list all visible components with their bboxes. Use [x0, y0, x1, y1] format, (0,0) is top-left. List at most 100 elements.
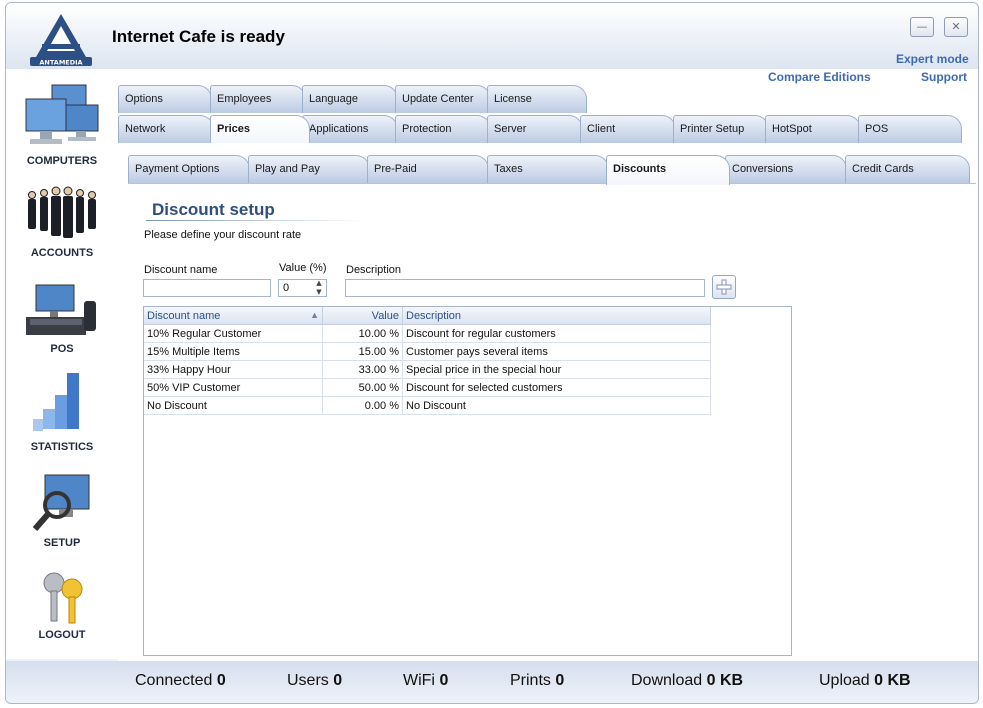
spin-down-icon[interactable]: ▼ [312, 288, 326, 297]
table-row[interactable]: 50% VIP Customer 50.00 % Discount for se… [144, 378, 711, 397]
cell-discount-name: 10% Regular Customer [144, 324, 323, 343]
tab-pos[interactable]: POS [858, 115, 962, 143]
status-connected: Connected 0 [135, 672, 226, 690]
tab-hotspot[interactable]: HotSpot [765, 115, 861, 143]
sidebar-item-accounts[interactable]: ACCOUNTS [12, 181, 112, 259]
setup-icon [32, 474, 90, 531]
sidebar-item-setup[interactable]: SETUP [12, 471, 112, 549]
description-label: Description [346, 264, 402, 276]
cell-description: Customer pays several items [402, 342, 711, 361]
discount-setup-panel: Discount setup Please define your discou… [128, 183, 976, 660]
cell-value: 15.00 % [322, 342, 403, 361]
status-prints-value: 0 [555, 672, 565, 689]
cell-description: No Discount [402, 396, 711, 415]
close-button[interactable]: ✕ [944, 17, 968, 37]
expert-mode-link[interactable]: Expert mode [896, 52, 969, 66]
tab-prices[interactable]: Prices [210, 115, 310, 143]
status-upload: Upload 0 KB [819, 672, 911, 690]
support-link[interactable]: Support [921, 70, 967, 84]
add-discount-button[interactable] [712, 275, 736, 299]
sidebar-label-setup: SETUP [43, 537, 81, 549]
cell-value: 10.00 % [322, 324, 403, 343]
tab-license[interactable]: License [487, 85, 587, 113]
value-label: Value (%) [279, 262, 327, 274]
sidebar-item-computers[interactable]: COMPUTERS [12, 81, 112, 167]
column-header-name-text: Discount name [147, 309, 221, 322]
subtab-pre-paid[interactable]: Pre-Paid [367, 155, 489, 183]
tab-protection[interactable]: Protection [395, 115, 491, 143]
tab-update-center[interactable]: Update Center [395, 85, 491, 113]
cell-description: Discount for regular customers [402, 324, 711, 343]
discount-name-input[interactable] [143, 279, 271, 297]
tab-client[interactable]: Client [580, 115, 676, 143]
tab-employees[interactable]: Employees [210, 85, 306, 113]
sidebar-item-statistics[interactable]: STATISTICS [12, 369, 112, 453]
cell-description: Special price in the special hour [402, 360, 711, 379]
table-row[interactable]: 10% Regular Customer 10.00 % Discount fo… [144, 324, 711, 343]
computers-icon [25, 84, 99, 144]
title-bar: ANTAMEDIA Internet Cafe is ready — ✕ Exp… [6, 3, 978, 69]
column-header-discount-name[interactable]: Discount name ▲ [144, 307, 323, 325]
app-title: Internet Cafe is ready [112, 27, 285, 46]
tab-server[interactable]: Server [487, 115, 583, 143]
cell-description: Discount for selected customers [402, 378, 711, 397]
cell-value: 0.00 % [322, 396, 403, 415]
sidebar-item-logout[interactable]: LOGOUT [12, 567, 112, 641]
table-row[interactable]: 15% Multiple Items 15.00 % Customer pays… [144, 342, 711, 361]
sidebar-item-pos[interactable]: POS [12, 281, 112, 355]
tab-printer-setup[interactable]: Printer Setup [673, 115, 769, 143]
status-bar: Connected 0 Users 0 WiFi 0 Prints 0 Down… [6, 661, 978, 703]
subtab-taxes[interactable]: Taxes [487, 155, 609, 183]
status-wifi: WiFi 0 [403, 672, 448, 690]
subtab-play-and-pay[interactable]: Play and Pay [248, 155, 370, 183]
table-row[interactable]: 33% Happy Hour 33.00 % Special price in … [144, 360, 711, 379]
status-users-label: Users [287, 672, 329, 689]
section-divider [146, 220, 366, 221]
sidebar-label-computers: COMPUTERS [26, 155, 98, 167]
tab-language[interactable]: Language [302, 85, 398, 113]
tab-options[interactable]: Options [118, 85, 212, 113]
status-download-value: 0 KB [706, 672, 744, 689]
status-prints: Prints 0 [510, 672, 564, 690]
main-panel: Options Employees Language Update Center… [118, 69, 978, 661]
app-window: ANTAMEDIA Internet Cafe is ready — ✕ Exp… [5, 2, 979, 704]
status-download-label: Download [631, 672, 703, 689]
sidebar-label-logout: LOGOUT [38, 629, 86, 641]
section-title: Discount setup [152, 200, 275, 219]
tab-network[interactable]: Network [118, 115, 214, 143]
column-header-value[interactable]: Value [322, 307, 403, 325]
statistics-icon [33, 373, 79, 431]
status-users: Users 0 [287, 672, 342, 690]
compare-editions-link[interactable]: Compare Editions [768, 70, 871, 84]
subtab-discounts[interactable]: Discounts [606, 155, 730, 185]
sidebar: COMPUTERS ACCOUNTS POS STATISTICS SETUP … [6, 69, 118, 659]
subtab-credit-cards[interactable]: Credit Cards [845, 155, 970, 183]
description-input[interactable] [345, 279, 705, 297]
table-row[interactable]: No Discount 0.00 % No Discount [144, 396, 711, 415]
discounts-table[interactable]: Discount name ▲ Value Description 10% Re… [143, 306, 792, 656]
subtab-conversions[interactable]: Conversions [725, 155, 847, 183]
status-connected-value: 0 [216, 672, 226, 689]
pos-icon [26, 284, 96, 335]
accounts-icon [28, 186, 96, 238]
cell-discount-name: No Discount [144, 396, 323, 415]
status-connected-label: Connected [135, 672, 213, 689]
value-spinner[interactable]: ▲ ▼ [312, 279, 326, 297]
sort-ascending-icon: ▲ [310, 309, 319, 320]
status-wifi-value: 0 [439, 672, 449, 689]
status-prints-label: Prints [510, 672, 551, 689]
sidebar-label-pos: POS [50, 343, 74, 355]
status-upload-value: 0 KB [874, 672, 911, 689]
minimize-button[interactable]: — [910, 17, 934, 37]
section-subtitle: Please define your discount rate [144, 229, 302, 241]
column-header-description[interactable]: Description [402, 307, 711, 325]
spin-up-icon[interactable]: ▲ [312, 279, 326, 288]
status-wifi-label: WiFi [403, 672, 435, 689]
cell-discount-name: 33% Happy Hour [144, 360, 323, 379]
status-download: Download 0 KB [631, 672, 743, 690]
cell-discount-name: 15% Multiple Items [144, 342, 323, 361]
cell-value: 33.00 % [322, 360, 403, 379]
tab-applications[interactable]: Applications [302, 115, 398, 143]
subtab-payment-options[interactable]: Payment Options [128, 155, 250, 183]
brand-text: ANTAMEDIA [39, 59, 82, 67]
